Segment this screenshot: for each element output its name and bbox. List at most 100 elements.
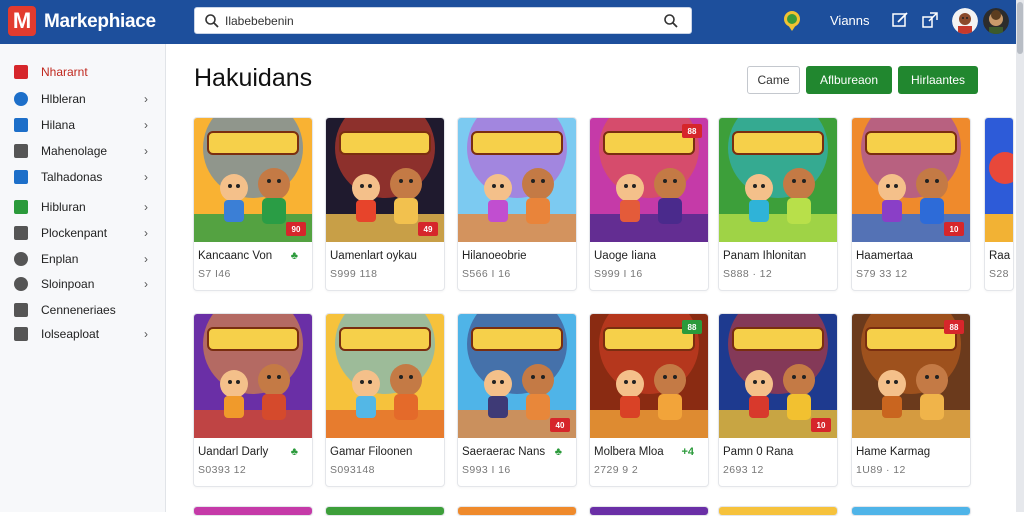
card-title: Hilanoeobrie xyxy=(462,250,527,262)
game-card[interactable]: 10 Pamn 0 Rana 2693 12 xyxy=(718,313,838,487)
edit-icon[interactable] xyxy=(891,11,909,29)
share-icon[interactable] xyxy=(921,11,939,29)
app-logo[interactable]: M xyxy=(8,6,36,36)
card-price: S79 33 12 xyxy=(856,268,908,280)
search-submit-icon[interactable] xyxy=(663,13,679,29)
game-art-image xyxy=(326,314,444,438)
price-badge: 10 xyxy=(944,222,964,236)
scrollbar-thumb[interactable] xyxy=(1017,2,1023,54)
sidebar-item-label: Mahenolage xyxy=(41,144,108,158)
grid-icon xyxy=(14,118,28,132)
sidebar-item-label: Plockenpant xyxy=(41,226,108,240)
card-price: 1U89 · 12 xyxy=(856,464,906,476)
card-mark-icon: ♣ xyxy=(290,446,298,458)
chevron-right-icon: › xyxy=(144,118,148,132)
card-mark-icon: ♣ xyxy=(554,446,562,458)
card-price: 2729 9 2 xyxy=(594,464,639,476)
search-input[interactable] xyxy=(225,11,655,31)
card-mark-icon: ♣ xyxy=(290,250,298,262)
top-menu-label[interactable]: Vianns xyxy=(830,13,870,28)
sidebar-item[interactable]: Hlbleran › xyxy=(0,87,166,111)
cloud-icon xyxy=(14,277,28,291)
sidebar-item[interactable]: Cenneneriaes xyxy=(0,298,166,322)
sidebar-item[interactable]: Sloinpoan › xyxy=(0,272,166,296)
game-card[interactable] xyxy=(325,506,445,516)
came-button[interactable]: Came xyxy=(747,66,800,94)
primary-button-2[interactable]: Hirlaantes xyxy=(898,66,978,94)
game-card-partial[interactable]: Raa S28 xyxy=(984,117,1014,291)
card-title: Uandarl Darly xyxy=(198,446,269,458)
check-icon xyxy=(14,200,28,214)
card-title: Pamn 0 Rana xyxy=(723,446,794,458)
sidebar: Nhararnt Hlbleran › Hilana › Mahenolage › Talha… xyxy=(0,44,166,512)
sidebar-item[interactable]: Enplan › xyxy=(0,247,166,271)
book-icon xyxy=(14,170,28,184)
brand-name[interactable]: Markephiace xyxy=(44,11,156,33)
card-title: Kancaanc Von xyxy=(198,250,273,262)
sidebar-item[interactable]: Hibluran › xyxy=(0,195,166,219)
sidebar-item-label: Iolseaploat xyxy=(41,327,100,341)
link-icon xyxy=(14,303,28,317)
doc-icon xyxy=(14,226,28,240)
game-card[interactable] xyxy=(457,506,577,516)
game-thumbnail xyxy=(985,118,1013,242)
user-avatar-icon[interactable] xyxy=(952,8,978,34)
card-price: S993 I 16 xyxy=(462,464,511,476)
sidebar-item[interactable]: Hilana › xyxy=(0,113,166,137)
game-card[interactable]: Panam Ihlonitan S888 · 12 xyxy=(718,117,838,291)
game-art-image xyxy=(985,118,1013,242)
game-card[interactable]: Uandarl Darly S0393 12 ♣ xyxy=(193,313,313,487)
game-card[interactable]: 88 Hame Karmag 1U89 · 12 xyxy=(851,313,971,487)
price-badge: 40 xyxy=(550,418,570,432)
chevron-right-icon: › xyxy=(144,170,148,184)
chevron-right-icon: › xyxy=(144,92,148,106)
sidebar-item[interactable]: Talhadonas › xyxy=(0,165,166,189)
chart-icon xyxy=(14,144,28,158)
globe-icon xyxy=(14,92,28,106)
sidebar-item[interactable]: Nhararnt xyxy=(0,60,166,84)
game-card[interactable] xyxy=(193,506,313,516)
chevron-right-icon: › xyxy=(144,200,148,214)
sidebar-item-label: Sloinpoan xyxy=(41,277,95,291)
home-icon xyxy=(14,65,28,79)
game-card[interactable]: 10 Haamertaa S79 33 12 xyxy=(851,117,971,291)
game-card[interactable]: 88 Uaoge Iiana S999 I 16 xyxy=(589,117,709,291)
scrollbar-track[interactable] xyxy=(1016,0,1024,512)
game-card[interactable]: 49 Uamenlart oykau S999 118 xyxy=(325,117,445,291)
price-badge: 88 xyxy=(682,124,702,138)
primary-button-1[interactable]: Aflbureaon xyxy=(806,66,892,94)
card-title: Uamenlart oykau xyxy=(330,250,417,262)
price-badge: 88 xyxy=(944,320,964,334)
sidebar-item-label: Nhararnt xyxy=(41,65,88,79)
card-price: S093148 xyxy=(330,464,375,476)
card-price: 2693 12 xyxy=(723,464,764,476)
card-title: Panam Ihlonitan xyxy=(723,250,807,262)
game-card[interactable]: Hilanoeobrie S566 I 16 xyxy=(457,117,577,291)
card-price: S999 I 16 xyxy=(594,268,643,280)
price-badge: 90 xyxy=(286,222,306,236)
sidebar-item[interactable]: Mahenolage › xyxy=(0,139,166,163)
card-price: S0393 12 xyxy=(198,464,247,476)
game-thumbnail xyxy=(194,314,312,438)
search-box[interactable] xyxy=(194,7,692,34)
game-card[interactable]: 40 Saeraerac Nans S993 I 16 ♣ xyxy=(457,313,577,487)
game-card[interactable] xyxy=(718,506,838,516)
game-art-image xyxy=(719,118,837,242)
sidebar-item-label: Hibluran xyxy=(41,200,86,214)
game-card[interactable]: 90 Kancaanc Von S7 I46 ♣ xyxy=(193,117,313,291)
chevron-right-icon: › xyxy=(144,226,148,240)
card-title: Saeraerac Nans xyxy=(462,446,546,458)
game-card[interactable] xyxy=(851,506,971,516)
sidebar-item[interactable]: Iolseaploat › xyxy=(0,322,166,346)
game-card[interactable]: 88 Molbera Mloa 2729 9 2 +4 xyxy=(589,313,709,487)
location-pin-icon[interactable] xyxy=(782,10,802,32)
profile-avatar-icon[interactable] xyxy=(983,8,1009,34)
chevron-right-icon: › xyxy=(144,144,148,158)
sidebar-item[interactable]: Plockenpant › xyxy=(0,221,166,245)
game-card[interactable] xyxy=(589,506,709,516)
nodes-icon xyxy=(14,327,28,341)
eye-icon xyxy=(14,252,28,266)
game-card[interactable]: Gamar Filoonen S093148 xyxy=(325,313,445,487)
top-bar: M Markephiace xyxy=(0,0,1024,44)
card-price: S28 xyxy=(989,268,1009,280)
